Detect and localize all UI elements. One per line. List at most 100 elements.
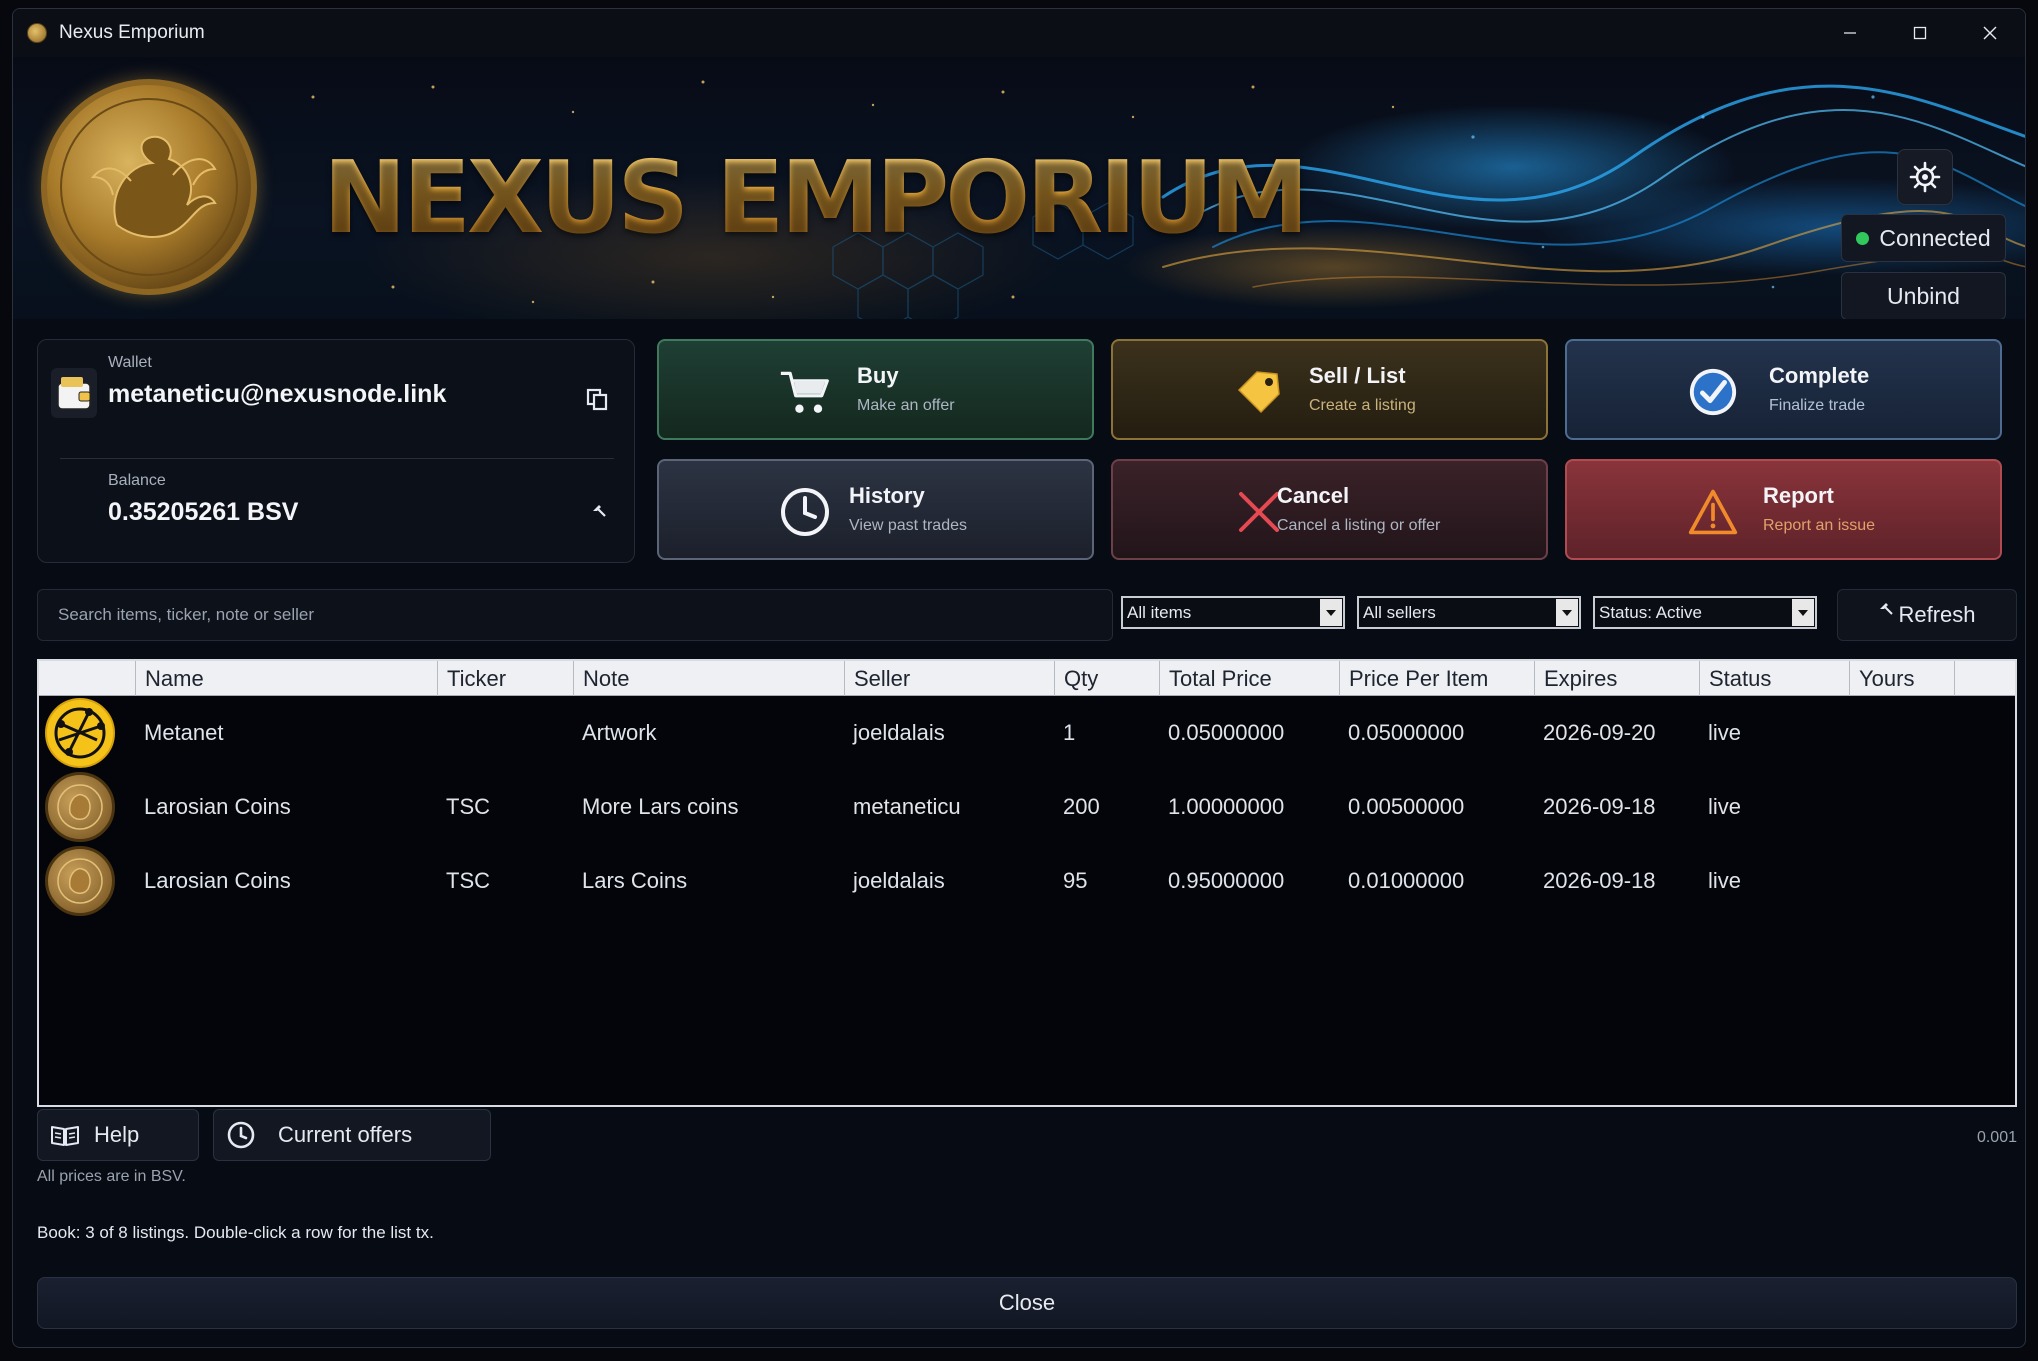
cell-price-per-item: 0.05000000 xyxy=(1348,720,1465,745)
cell-expires: 2026-09-18 xyxy=(1543,794,1656,819)
lion-coin-icon xyxy=(45,772,115,842)
history-button[interactable]: History View past trades xyxy=(657,459,1094,560)
clock-icon xyxy=(227,1121,255,1149)
cell-note: More Lars coins xyxy=(582,794,739,819)
book-status-text: Book: 3 of 8 listings. Double-click a ro… xyxy=(37,1223,434,1242)
column-header-note[interactable]: Note xyxy=(573,661,844,696)
cell-seller: metaneticu xyxy=(853,794,961,819)
sellers-filter-value: All sellers xyxy=(1363,602,1436,622)
maximize-icon xyxy=(1913,26,1927,40)
copy-address-button[interactable] xyxy=(584,386,610,412)
complete-button[interactable]: Complete Finalize trade xyxy=(1565,339,2002,440)
column-header-name[interactable]: Name xyxy=(135,661,437,696)
report-button[interactable]: Report Report an issue xyxy=(1565,459,2002,560)
pin-icon xyxy=(593,505,606,517)
help-label: Help xyxy=(94,1122,140,1147)
report-subtitle: Report an issue xyxy=(1763,517,1876,534)
chevron-down-icon xyxy=(1556,599,1578,626)
column-header-ticker[interactable]: Ticker xyxy=(437,661,573,696)
wallet-label: Wallet xyxy=(108,354,152,371)
column-header-filler xyxy=(1954,661,2015,696)
cell-ticker: TSC xyxy=(446,868,490,893)
wallet-card: Wallet metaneticu@nexusnode.link Balance… xyxy=(37,339,635,563)
cell-status: live xyxy=(1708,720,1742,745)
sellers-filter-select[interactable]: All sellers xyxy=(1357,596,1581,629)
tag-icon xyxy=(1233,366,1285,418)
table-row[interactable]: Metanet Artwork joeldalais 1 0.05000000 … xyxy=(39,696,2015,770)
balance-value: 0.35205261 BSV xyxy=(108,498,299,526)
report-title: Report xyxy=(1763,483,1834,508)
close-button[interactable]: Close xyxy=(37,1277,2017,1329)
buy-subtitle: Make an offer xyxy=(857,397,955,414)
metanet-icon xyxy=(45,698,115,768)
window-controls xyxy=(1815,9,2025,57)
cancel-title: Cancel xyxy=(1277,483,1350,508)
close-window-button[interactable] xyxy=(1955,9,2025,57)
cell-total-price: 0.05000000 xyxy=(1168,720,1285,745)
items-filter-select[interactable]: All items xyxy=(1121,596,1345,629)
column-header-seller[interactable]: Seller xyxy=(844,661,1054,696)
column-header-qty[interactable]: Qty xyxy=(1054,661,1159,696)
cell-status: live xyxy=(1708,794,1742,819)
balance-label: Balance xyxy=(108,472,166,489)
column-header-status[interactable]: Status xyxy=(1699,661,1849,696)
maximize-button[interactable] xyxy=(1885,9,1955,57)
cell-expires: 2026-09-20 xyxy=(1543,720,1656,745)
sell-subtitle: Create a listing xyxy=(1309,397,1416,414)
window-title: Nexus Emporium xyxy=(59,22,205,43)
listings-table: Name Ticker Note Seller Qty Total Price … xyxy=(37,659,2017,1107)
minimize-button[interactable] xyxy=(1815,9,1885,57)
column-header-icon xyxy=(39,661,135,696)
book-icon xyxy=(51,1126,79,1146)
chevron-down-icon xyxy=(1792,599,1814,626)
search-input[interactable] xyxy=(58,590,1058,640)
unbind-button[interactable]: Unbind xyxy=(1841,272,2006,319)
status-filter-select[interactable]: Status: Active xyxy=(1593,596,1817,629)
column-header-price-per-item[interactable]: Price Per Item xyxy=(1339,661,1534,696)
settings-button[interactable] xyxy=(1897,149,1953,205)
lion-coin-icon xyxy=(45,846,115,916)
title-bar: Nexus Emporium xyxy=(13,9,2025,57)
minimize-icon xyxy=(1844,32,1856,34)
dragon-icon xyxy=(60,98,238,276)
current-offers-button[interactable]: Current offers xyxy=(213,1109,491,1161)
refresh-button[interactable]: Refresh xyxy=(1837,589,2017,641)
cell-note: Lars Coins xyxy=(582,868,688,893)
chevron-down-icon xyxy=(1320,599,1342,626)
complete-subtitle: Finalize trade xyxy=(1769,397,1866,414)
table-row[interactable]: Larosian Coins TSC More Lars coins metan… xyxy=(39,770,2015,844)
column-header-total-price[interactable]: Total Price xyxy=(1159,661,1339,696)
gear-icon xyxy=(1909,161,1941,193)
history-subtitle: View past trades xyxy=(849,517,967,534)
wallet-icon xyxy=(51,368,97,418)
search-box xyxy=(37,589,1113,641)
close-icon xyxy=(1983,26,1997,40)
column-header-yours[interactable]: Yours xyxy=(1849,661,1954,696)
app-window: Nexus Emporium NEXUS EMPORIUM Connected … xyxy=(12,8,2026,1348)
table-row[interactable]: Larosian Coins TSC Lars Coins joeldalais… xyxy=(39,844,2015,918)
connection-status-label: Connected xyxy=(1879,224,1991,251)
cell-seller: joeldalais xyxy=(853,720,945,745)
buy-title: Buy xyxy=(857,363,899,388)
sell-list-button[interactable]: Sell / List Create a listing xyxy=(1111,339,1548,440)
cell-total-price: 0.95000000 xyxy=(1168,868,1285,893)
fee-value: 0.001 xyxy=(1976,1129,2017,1146)
table-header: Name Ticker Note Seller Qty Total Price … xyxy=(39,661,2015,696)
cart-icon xyxy=(779,366,831,418)
buy-button[interactable]: Buy Make an offer xyxy=(657,339,1094,440)
wallet-divider xyxy=(60,458,614,459)
sell-title: Sell / List xyxy=(1309,363,1406,388)
check-circle-icon xyxy=(1687,366,1739,418)
column-header-expires[interactable]: Expires xyxy=(1534,661,1699,696)
refresh-label: Refresh xyxy=(1898,602,1976,627)
app-logo-icon xyxy=(27,23,47,43)
wallet-address: metaneticu@nexusnode.link xyxy=(108,380,447,408)
cell-price-per-item: 0.01000000 xyxy=(1348,868,1465,893)
help-button[interactable]: Help xyxy=(37,1109,199,1161)
clock-icon xyxy=(779,486,831,538)
refresh-balance-button[interactable] xyxy=(586,498,612,524)
copy-icon xyxy=(586,388,608,411)
currency-note: All prices are in BSV. xyxy=(37,1168,186,1185)
cancel-button[interactable]: Cancel Cancel a listing or offer xyxy=(1111,459,1548,560)
cell-qty: 200 xyxy=(1063,794,1100,819)
